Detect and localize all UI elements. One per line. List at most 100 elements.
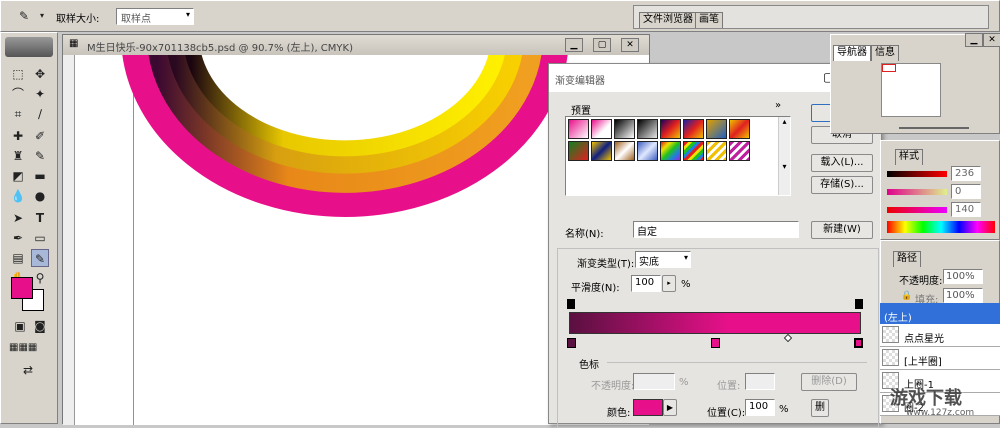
presets-label: 预置: [571, 106, 591, 117]
pen-tool-icon[interactable]: ✒: [9, 229, 27, 247]
presets-menu-icon[interactable]: »: [775, 100, 781, 111]
stop-color-swatch[interactable]: [633, 399, 663, 416]
color-spectrum-bar[interactable]: [887, 221, 995, 233]
zoom-tool-icon[interactable]: ⚲: [31, 269, 49, 287]
blue-slider[interactable]: [887, 207, 947, 213]
layer-row[interactable]: 点点星光: [880, 324, 1000, 347]
preset-swatch[interactable]: [683, 141, 704, 161]
history-brush-icon[interactable]: ✎: [31, 147, 49, 165]
smoothness-field[interactable]: 100: [631, 275, 661, 292]
standard-mode-icon[interactable]: ▣: [11, 317, 29, 335]
opacity-field[interactable]: [633, 373, 675, 390]
color-stop-right[interactable]: [854, 338, 863, 348]
layer-fill-field[interactable]: 100%: [943, 288, 983, 303]
sample-size-select[interactable]: 取样点 ▾: [116, 8, 194, 25]
red-value-field[interactable]: 236: [951, 166, 981, 181]
preset-swatch[interactable]: [683, 119, 704, 139]
stops-divider: [607, 362, 867, 363]
magic-wand-icon[interactable]: ✦: [31, 85, 49, 103]
tab-styles[interactable]: 样式: [895, 149, 923, 165]
crop-tool-icon[interactable]: ⌗: [9, 105, 27, 123]
move-tool-icon[interactable]: ✥: [31, 65, 49, 83]
tab-navigator[interactable]: 导航器: [833, 45, 871, 61]
preset-swatch[interactable]: [568, 119, 589, 139]
gradient-type-select[interactable]: 实底 ▾: [635, 251, 691, 268]
green-slider[interactable]: [887, 189, 947, 195]
color-menu-button[interactable]: ▶: [663, 399, 677, 416]
opacity-unit: %: [679, 377, 689, 388]
zoom-slider[interactable]: [899, 127, 969, 129]
jump-to-imageready-icon[interactable]: ⇄: [19, 361, 37, 379]
gradient-preview-bar[interactable]: [569, 312, 861, 334]
foreground-color-swatch[interactable]: [11, 277, 33, 299]
lock-icon[interactable]: 🔒: [901, 291, 912, 301]
chevron-down-icon[interactable]: ▾: [33, 7, 51, 25]
presets-scrollbar[interactable]: ▴ ▾: [778, 117, 790, 195]
green-value-field[interactable]: 0: [951, 184, 981, 199]
minimize-button[interactable]: ▁: [965, 33, 983, 47]
document-title: M生日快乐-90x701138cb5.psd @ 90.7% (左上), CMY…: [87, 43, 353, 54]
lasso-tool-icon[interactable]: ⌒: [9, 85, 27, 103]
close-button[interactable]: ✕: [983, 33, 1000, 47]
smoothness-slider-button[interactable]: ▸: [662, 275, 676, 292]
preset-swatch[interactable]: [614, 141, 635, 161]
name-field[interactable]: 自定: [633, 221, 799, 238]
preset-swatch[interactable]: [637, 141, 658, 161]
color-stop-middle[interactable]: [711, 338, 720, 348]
opacity-stop-left[interactable]: [567, 299, 575, 309]
slice-tool-icon[interactable]: ∕: [31, 105, 49, 123]
save-button[interactable]: 存储(S)...: [811, 176, 873, 194]
preset-swatch[interactable]: [591, 119, 612, 139]
gradient-tool-icon[interactable]: ▬: [31, 167, 49, 185]
navigator-thumbnail[interactable]: [881, 63, 941, 117]
color-stop-left[interactable]: [567, 338, 576, 348]
location-field-2[interactable]: 100: [745, 399, 775, 416]
tab-paths[interactable]: 路径: [893, 251, 921, 267]
dodge-tool-icon[interactable]: ●: [31, 187, 49, 205]
new-button[interactable]: 新建(W): [811, 221, 873, 239]
path-select-icon[interactable]: ➤: [9, 209, 27, 227]
eyedropper-tool-icon[interactable]: ✎: [31, 249, 49, 267]
layer-row[interactable]: (左上): [880, 303, 1000, 326]
preset-swatch[interactable]: [729, 141, 750, 161]
load-button[interactable]: 载入(L)...: [811, 154, 873, 172]
preset-swatch[interactable]: [591, 141, 612, 161]
eraser-tool-icon[interactable]: ◩: [9, 167, 27, 185]
close-button[interactable]: ✕: [621, 38, 639, 52]
delete-button-2[interactable]: 删: [811, 399, 829, 417]
preset-swatch[interactable]: [660, 141, 681, 161]
preset-swatch[interactable]: [706, 141, 727, 161]
tab-file-browser[interactable]: 文件浏览器: [639, 12, 697, 28]
preset-swatch[interactable]: [568, 141, 589, 161]
notes-tool-icon[interactable]: ▤: [9, 249, 27, 267]
blur-tool-icon[interactable]: 💧: [9, 187, 27, 205]
preset-swatch[interactable]: [706, 119, 727, 139]
opacity-stop-right[interactable]: [855, 299, 863, 309]
layer-row[interactable]: [上半圈]: [880, 347, 1000, 370]
preset-swatch[interactable]: [637, 119, 658, 139]
tab-info[interactable]: 信息: [871, 45, 899, 61]
smoothness-label: 平滑度(N):: [571, 283, 620, 294]
location-field-1[interactable]: [745, 373, 775, 390]
red-slider[interactable]: [887, 171, 947, 177]
screen-mode-icon[interactable]: ▦▦▦: [9, 339, 37, 357]
quickmask-mode-icon[interactable]: ◙: [31, 317, 49, 335]
marquee-tool-icon[interactable]: ⬚: [9, 65, 27, 83]
eyedropper-tool-icon[interactable]: ✎: [15, 7, 33, 25]
maximize-button[interactable]: ▢: [593, 38, 611, 52]
preset-swatch[interactable]: [729, 119, 750, 139]
preset-swatch[interactable]: [614, 119, 635, 139]
layer-opacity-field[interactable]: 100%: [943, 269, 983, 284]
presets-grid[interactable]: ▴ ▾: [565, 116, 791, 196]
healing-brush-icon[interactable]: ✚: [9, 127, 27, 145]
preset-swatch[interactable]: [660, 119, 681, 139]
type-tool-icon[interactable]: T: [31, 209, 49, 227]
color-panel: 样式 236 0 140: [880, 140, 1000, 240]
stamp-tool-icon[interactable]: ♜: [9, 147, 27, 165]
document-titlebar[interactable]: ▦ M生日快乐-90x701138cb5.psd @ 90.7% (左上), C…: [63, 35, 649, 55]
blue-value-field[interactable]: 140: [951, 202, 981, 217]
minimize-button[interactable]: ▁: [565, 38, 583, 52]
brush-tool-icon[interactable]: ✐: [31, 127, 49, 145]
tab-brushes[interactable]: 画笔: [695, 12, 723, 28]
shape-tool-icon[interactable]: ▭: [31, 229, 49, 247]
